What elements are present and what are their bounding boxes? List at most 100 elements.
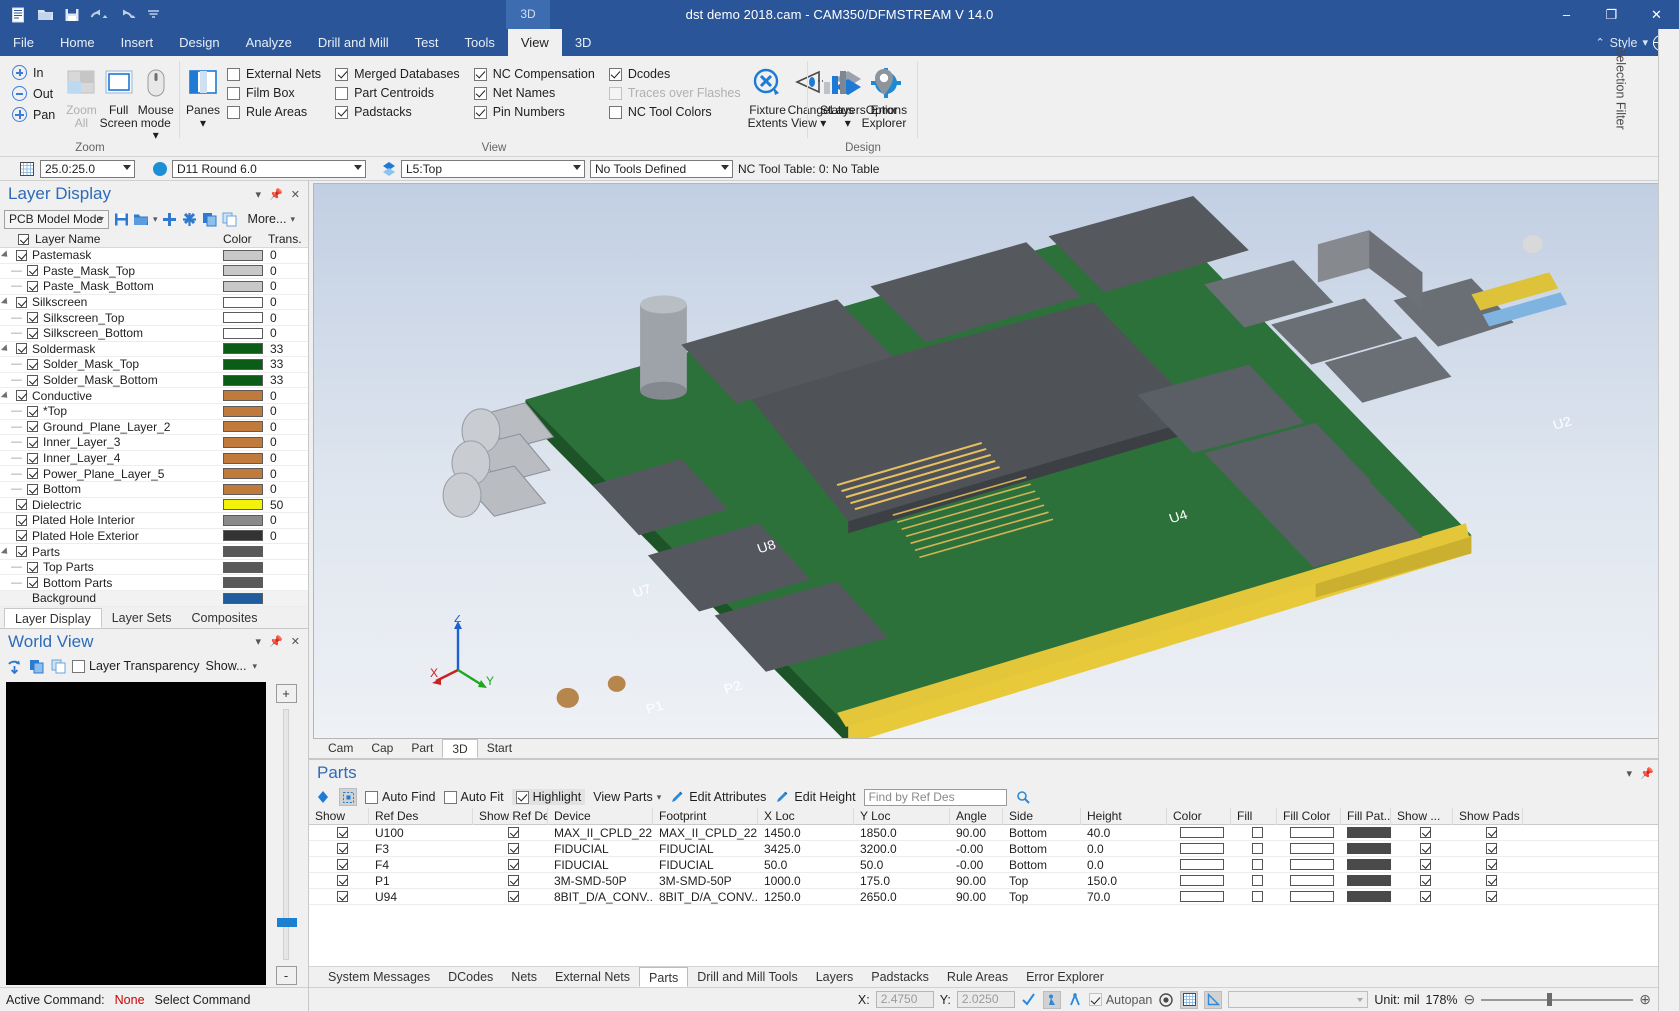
panes-button[interactable]: Panes ▾ (186, 59, 220, 129)
layer-row[interactable]: — Solder_Mask_Bottom 33 (0, 372, 308, 389)
check-nc-compensation[interactable]: NC Compensation (473, 67, 595, 81)
expand-collapse-icon[interactable] (0, 546, 11, 557)
check-icon[interactable] (1021, 992, 1037, 1008)
parts-column-header[interactable]: Show Pads (1453, 808, 1523, 825)
parts-column-header[interactable]: Side (1003, 808, 1081, 825)
fill-pattern-swatch[interactable] (1347, 891, 1391, 902)
tab-analyze[interactable]: Analyze (233, 29, 305, 56)
show-pads-checkbox[interactable] (1485, 843, 1497, 854)
table-row[interactable]: U100 MAX_II_CPLD_22... MAX_II_CPLD_22... 14… (309, 825, 1664, 841)
view-parts-menu[interactable]: View Parts ▾ (593, 790, 661, 804)
color-swatch[interactable] (1180, 827, 1224, 838)
show-more-checkbox[interactable] (1419, 843, 1431, 854)
layer-visibility-checkbox[interactable] (27, 312, 38, 324)
layer-color-cell[interactable] (223, 421, 268, 433)
table-row[interactable]: F3 FIDUCIAL FIDUCIAL 3425.0 3200.0 -0.00 Botto… (309, 841, 1664, 857)
layer-row[interactable]: Soldermask 33 (0, 341, 308, 358)
show-ref-des-checkbox-cell[interactable] (473, 857, 548, 873)
show-more-checkbox[interactable] (1419, 891, 1431, 902)
device-cell[interactable]: 8BIT_D/A_CONV... (548, 889, 653, 905)
fill-checkbox-cell[interactable] (1231, 825, 1277, 841)
layer-transparency-cell[interactable]: 0 (268, 482, 308, 496)
color-swatch[interactable] (223, 312, 263, 324)
layer-combo[interactable]: L5:Top (401, 159, 585, 178)
height-cell[interactable]: 0.0 (1081, 841, 1167, 857)
angle-cell[interactable]: 90.00 (950, 825, 1003, 841)
color-swatch[interactable] (223, 499, 263, 511)
checkbox[interactable] (473, 86, 487, 100)
layer-row[interactable]: — Bottom Parts (0, 575, 308, 592)
fill-color-swatch[interactable] (1290, 843, 1334, 854)
device-cell[interactable]: MAX_II_CPLD_22... (548, 825, 653, 841)
angle-cell[interactable]: 90.00 (950, 873, 1003, 889)
view-tab-cam[interactable]: Cam (319, 739, 362, 758)
layer-color-cell[interactable] (223, 468, 268, 480)
origin-icon[interactable] (1158, 992, 1174, 1008)
fill-checkbox[interactable] (1251, 891, 1263, 902)
show-pads-checkbox[interactable] (1485, 891, 1497, 902)
show-pads-checkbox[interactable] (1485, 875, 1497, 886)
show-ref-des-checkbox[interactable] (508, 891, 519, 902)
expand-collapse-icon[interactable] (0, 344, 11, 354)
bottom-tab-parts[interactable]: Parts (639, 967, 689, 987)
layer-transparency-cell[interactable]: 0 (268, 513, 308, 527)
y-loc-cell[interactable]: 1850.0 (854, 825, 950, 841)
ref-des-cell[interactable]: U100 (369, 825, 473, 841)
view-tab-cap[interactable]: Cap (362, 739, 402, 758)
fill-color-swatch[interactable] (1290, 891, 1334, 902)
y-loc-cell[interactable]: 2650.0 (854, 889, 950, 905)
fill-color-cell[interactable] (1277, 825, 1341, 841)
grid-snap-button[interactable] (1180, 990, 1199, 1009)
bottom-tab-error-explorer[interactable]: Error Explorer (1017, 967, 1113, 987)
color-cell[interactable] (1167, 873, 1231, 889)
layer-row[interactable]: Plated Hole Interior 0 (0, 513, 308, 529)
world-view-show-menu[interactable]: Show... (205, 659, 246, 673)
duplicate-icon[interactable] (222, 211, 238, 227)
color-swatch[interactable] (223, 483, 263, 495)
color-swatch[interactable] (223, 343, 263, 355)
layer-transparency-cell[interactable]: 50 (268, 498, 308, 512)
show-checkbox[interactable] (336, 843, 348, 854)
find-by-ref-des-input[interactable]: Find by Ref Des (863, 788, 1007, 806)
checkbox[interactable] (473, 67, 487, 81)
ref-des-cell[interactable]: F4 (369, 857, 473, 873)
x-loc-cell[interactable]: 50.0 (758, 857, 854, 873)
angle-snap-icon[interactable] (1067, 992, 1083, 1008)
zoom-out-button[interactable]: Out (12, 86, 55, 101)
show-pads-checkbox-cell[interactable] (1453, 825, 1523, 841)
panel-menu-icon[interactable]: ▾ (256, 635, 262, 648)
layer-visibility-checkbox[interactable] (16, 249, 27, 261)
height-cell[interactable]: 40.0 (1081, 825, 1167, 841)
check-pin-numbers[interactable]: Pin Numbers (473, 105, 595, 119)
status-select[interactable] (1228, 991, 1369, 1008)
device-cell[interactable]: FIDUCIAL (548, 841, 653, 857)
layer-visibility-checkbox[interactable] (27, 280, 38, 292)
layer-color-cell[interactable] (223, 249, 268, 261)
show-checkbox[interactable] (336, 875, 348, 886)
slider-track[interactable] (277, 708, 297, 960)
show-ref-des-checkbox-cell[interactable] (473, 825, 548, 841)
parts-column-header[interactable]: Device (548, 808, 653, 825)
y-loc-cell[interactable]: 175.0 (854, 873, 950, 889)
checkbox[interactable] (608, 105, 622, 119)
side-cell[interactable]: Bottom (1003, 841, 1081, 857)
layer-row[interactable]: — Top Parts (0, 559, 308, 576)
fill-pattern-swatch[interactable] (1347, 843, 1391, 854)
show-pads-checkbox-cell[interactable] (1453, 873, 1523, 889)
layer-color-cell[interactable] (223, 436, 268, 448)
layer-color-cell[interactable] (223, 499, 268, 511)
zoom-out-icon[interactable]: ⊖ (1464, 991, 1476, 1008)
fill-pattern-cell[interactable] (1341, 889, 1391, 905)
ref-des-cell[interactable]: P1 (369, 873, 473, 889)
bottom-tab-drill-and-mill-tools[interactable]: Drill and Mill Tools (688, 967, 807, 987)
grid-icon[interactable] (19, 161, 35, 177)
show-pads-checkbox[interactable] (1485, 859, 1497, 870)
color-swatch[interactable] (223, 436, 263, 448)
tab-3d[interactable]: 3D (562, 29, 605, 56)
layer-visibility-checkbox[interactable] (27, 436, 38, 448)
grid-combo[interactable]: 25.0:25.0 (40, 159, 135, 178)
checkbox[interactable] (335, 86, 349, 100)
layer-transparency-cell[interactable]: 0 (268, 326, 308, 340)
checkbox[interactable] (335, 105, 349, 119)
new-icon[interactable] (8, 5, 28, 25)
